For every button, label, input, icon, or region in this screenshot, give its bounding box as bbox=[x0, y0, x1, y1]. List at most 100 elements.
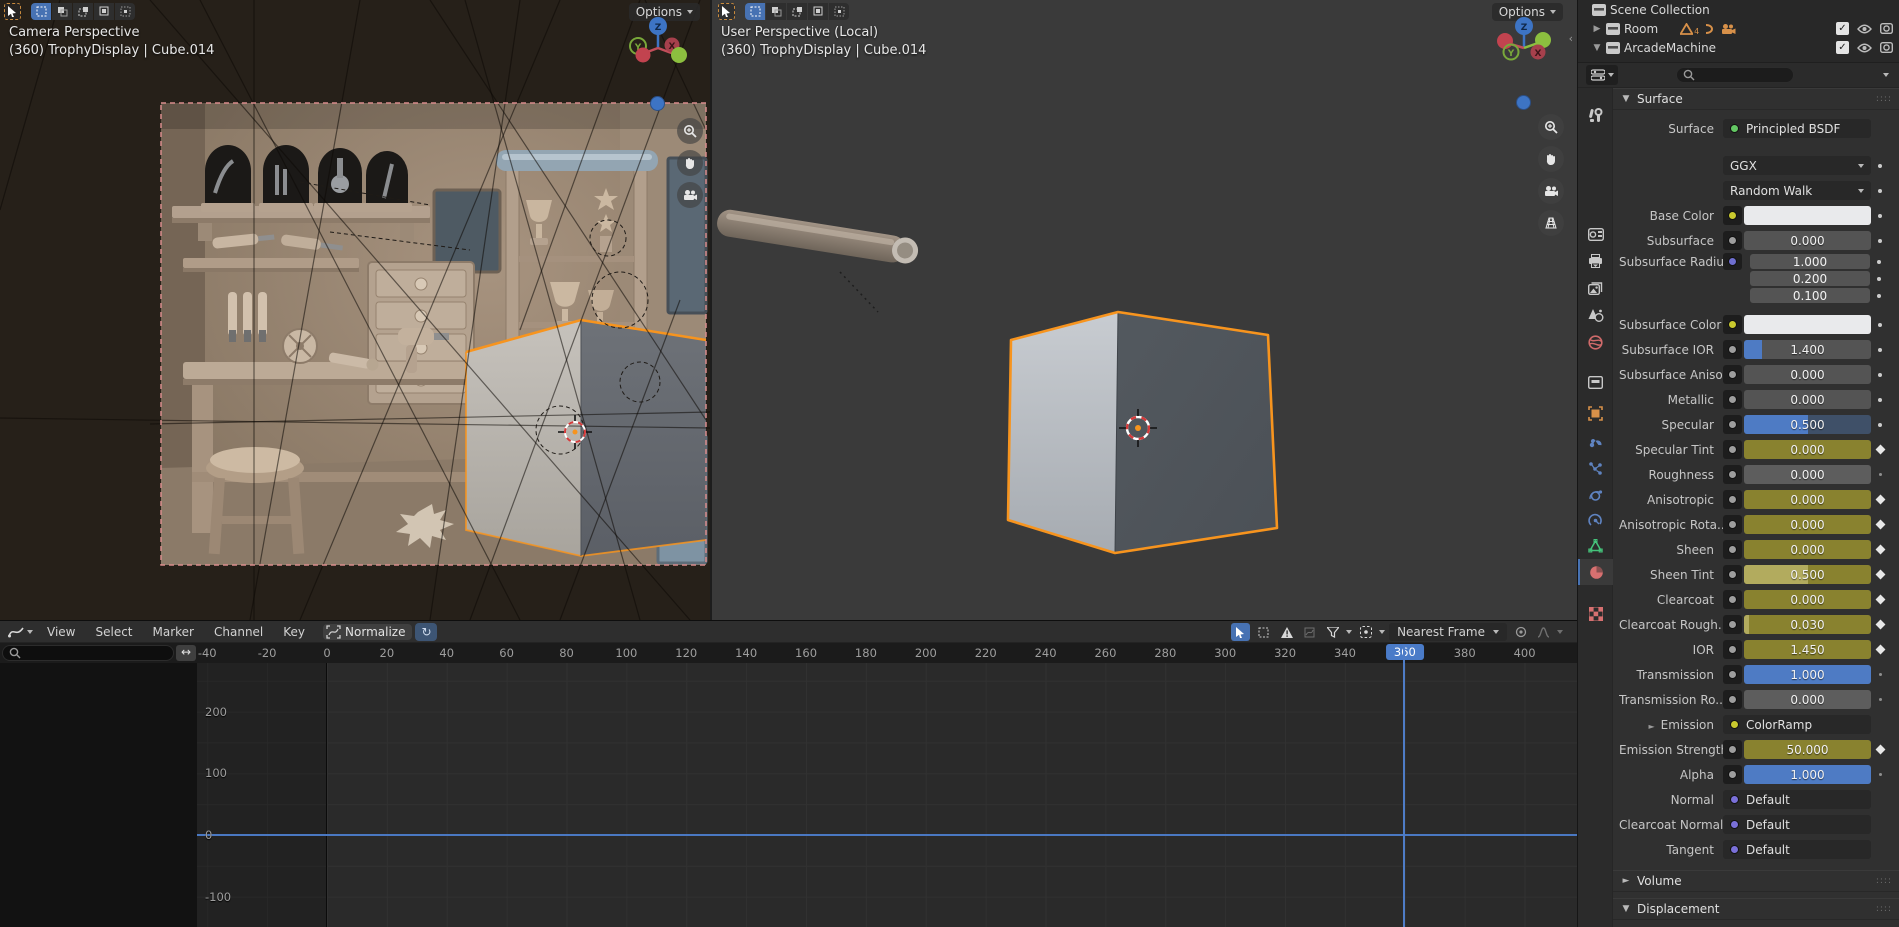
radius-x-field[interactable]: 1.000 bbox=[1750, 254, 1870, 269]
surface-panel-header[interactable]: ▼ Surface :::: bbox=[1613, 88, 1899, 110]
float-socket-button[interactable] bbox=[1723, 640, 1742, 659]
channel-region[interactable] bbox=[0, 663, 197, 927]
float-socket-button[interactable] bbox=[1723, 740, 1742, 759]
radius-y-field[interactable]: 0.200 bbox=[1750, 271, 1870, 286]
tab-constraints[interactable] bbox=[1578, 507, 1613, 533]
auto-normalize-refresh-button[interactable]: ↻ bbox=[415, 623, 437, 641]
tab-particles[interactable] bbox=[1578, 455, 1613, 481]
eye-icon[interactable] bbox=[1857, 24, 1872, 34]
panel-drag-grip[interactable]: :::: bbox=[1876, 904, 1892, 914]
keyframe-diamond[interactable] bbox=[1875, 745, 1885, 755]
select-tweak-button[interactable] bbox=[745, 3, 765, 20]
frame-ruler[interactable]: -40-200204060801001201401601802002202402… bbox=[196, 643, 1577, 663]
float-socket-button[interactable] bbox=[1723, 440, 1742, 459]
specular-tint-slider[interactable]: 0.000 bbox=[1744, 440, 1871, 459]
filter-button[interactable] bbox=[1323, 623, 1342, 641]
camera-toggle-icon[interactable] bbox=[677, 182, 703, 208]
properties-search-input[interactable] bbox=[1676, 67, 1794, 83]
keyframe-diamond[interactable] bbox=[1875, 445, 1885, 455]
float-socket-button[interactable] bbox=[1723, 231, 1742, 250]
tab-physics[interactable] bbox=[1578, 482, 1613, 508]
tab-tool[interactable] bbox=[1578, 102, 1613, 128]
editor-type-button[interactable] bbox=[4, 624, 37, 640]
camera-toggle-icon[interactable] bbox=[1538, 178, 1564, 204]
decorator-small-dot[interactable] bbox=[1879, 473, 1882, 476]
alpha-slider[interactable]: 1.000 bbox=[1744, 765, 1871, 784]
tangent-field[interactable]: Default bbox=[1723, 840, 1871, 859]
tab-texture[interactable] bbox=[1578, 601, 1613, 627]
channel-search-input[interactable] bbox=[2, 645, 174, 661]
viewport-camera[interactable]: Options Camera Perspective (360) TrophyD… bbox=[0, 0, 710, 620]
panel-drag-grip[interactable]: :::: bbox=[1876, 876, 1892, 886]
tab-object-data[interactable] bbox=[1578, 533, 1613, 559]
pan-hand-icon[interactable] bbox=[677, 150, 703, 176]
panel-drag-grip[interactable]: :::: bbox=[1876, 94, 1892, 104]
decorator-small-dot[interactable] bbox=[1879, 673, 1882, 676]
navigation-gizmo[interactable]: Z Y X bbox=[1492, 14, 1556, 78]
tweak-tool-button[interactable] bbox=[718, 3, 735, 20]
viewport-user-perspective[interactable]: Options User Perspective (Local) (360) T… bbox=[712, 0, 1577, 620]
sss-method-dropdown[interactable]: Random Walk bbox=[1723, 181, 1871, 200]
subsurface-slider[interactable]: 0.000 bbox=[1744, 231, 1871, 250]
pan-hand-icon[interactable] bbox=[1538, 146, 1564, 172]
outliner-row-room[interactable]: ▶ Room 4 ✓ bbox=[1578, 19, 1899, 38]
select-lasso-button[interactable] bbox=[94, 3, 114, 20]
region-collapse-chevron[interactable]: ‹ bbox=[1569, 32, 1573, 45]
select-lasso-button[interactable] bbox=[808, 3, 828, 20]
tab-render[interactable] bbox=[1578, 221, 1613, 247]
float-socket-button[interactable] bbox=[1723, 540, 1742, 559]
select-circle-button[interactable] bbox=[73, 3, 93, 20]
vector-socket-button[interactable] bbox=[1723, 253, 1742, 270]
subsurface-color-swatch[interactable] bbox=[1744, 315, 1871, 334]
base-color-swatch[interactable] bbox=[1744, 206, 1871, 225]
select-tool-button[interactable] bbox=[1231, 623, 1250, 641]
transmission-roughness-slider[interactable]: 0.000 bbox=[1744, 690, 1871, 709]
decorator-dot[interactable] bbox=[1878, 239, 1882, 243]
tab-modifiers[interactable] bbox=[1578, 428, 1613, 454]
selected-cube[interactable] bbox=[1008, 312, 1277, 553]
decorator-small-dot[interactable] bbox=[1879, 773, 1882, 776]
decorator-dot[interactable] bbox=[1878, 348, 1882, 352]
decorator-small-dot[interactable] bbox=[1879, 698, 1882, 701]
navigation-gizmo[interactable]: Z Y X bbox=[626, 14, 690, 78]
tab-collection[interactable] bbox=[1578, 369, 1613, 395]
subsurface-ior-slider[interactable]: 1.400 bbox=[1744, 340, 1871, 359]
float-socket-button[interactable] bbox=[1723, 565, 1742, 584]
volume-panel-header[interactable]: ► Volume :::: bbox=[1613, 870, 1899, 892]
roughness-slider[interactable]: 0.000 bbox=[1744, 465, 1871, 484]
menu-key[interactable]: Key bbox=[273, 621, 315, 643]
ior-slider[interactable]: 1.450 bbox=[1744, 640, 1871, 659]
float-socket-button[interactable] bbox=[1723, 765, 1742, 784]
expand-triangle-icon[interactable]: ► bbox=[1648, 722, 1654, 731]
emission-strength-slider[interactable]: 50.000 bbox=[1744, 740, 1871, 759]
select-intersect-button[interactable] bbox=[115, 3, 135, 20]
decorator-dot[interactable] bbox=[1878, 323, 1882, 327]
camera-view-indicator[interactable] bbox=[650, 96, 665, 111]
decorator-dot[interactable] bbox=[1878, 398, 1882, 402]
keyframe-diamond[interactable] bbox=[1875, 520, 1885, 530]
eye-icon[interactable] bbox=[1857, 43, 1872, 53]
displacement-panel-header[interactable]: ▼ Displacement :::: bbox=[1613, 898, 1899, 920]
distribution-dropdown[interactable]: GGX bbox=[1723, 156, 1871, 175]
selectable-checkbox[interactable]: ✓ bbox=[1836, 22, 1849, 35]
outliner-row-arcademachine[interactable]: ▼ ArcadeMachine ✓ bbox=[1578, 38, 1899, 57]
normalize-toggle[interactable]: Normalize bbox=[323, 624, 412, 640]
render-visibility-icon[interactable] bbox=[1880, 23, 1893, 34]
select-tweak-button[interactable] bbox=[31, 3, 51, 20]
selectable-checkbox[interactable]: ✓ bbox=[1836, 41, 1849, 54]
decorator-dot[interactable] bbox=[1878, 189, 1882, 193]
float-socket-button[interactable] bbox=[1723, 490, 1742, 509]
box-select-tool-button[interactable] bbox=[1254, 623, 1273, 641]
select-box-button[interactable] bbox=[52, 3, 72, 20]
graph-editor[interactable]: View Select Marker Channel Key Normalize… bbox=[0, 620, 1577, 927]
decorator-dot[interactable] bbox=[1878, 373, 1882, 377]
header-options-chevron[interactable] bbox=[1883, 73, 1889, 77]
snap-mode-dropdown[interactable]: Nearest Frame bbox=[1389, 623, 1507, 641]
ortho-grid-icon[interactable] bbox=[1538, 210, 1564, 236]
sheen-slider[interactable]: 0.000 bbox=[1744, 540, 1871, 559]
menu-marker[interactable]: Marker bbox=[143, 621, 204, 643]
float-socket-button[interactable] bbox=[1723, 515, 1742, 534]
clearcoat-normal-field[interactable]: Default bbox=[1723, 815, 1871, 834]
show-errors-button[interactable] bbox=[1277, 623, 1296, 641]
keyframe-diamond[interactable] bbox=[1875, 645, 1885, 655]
